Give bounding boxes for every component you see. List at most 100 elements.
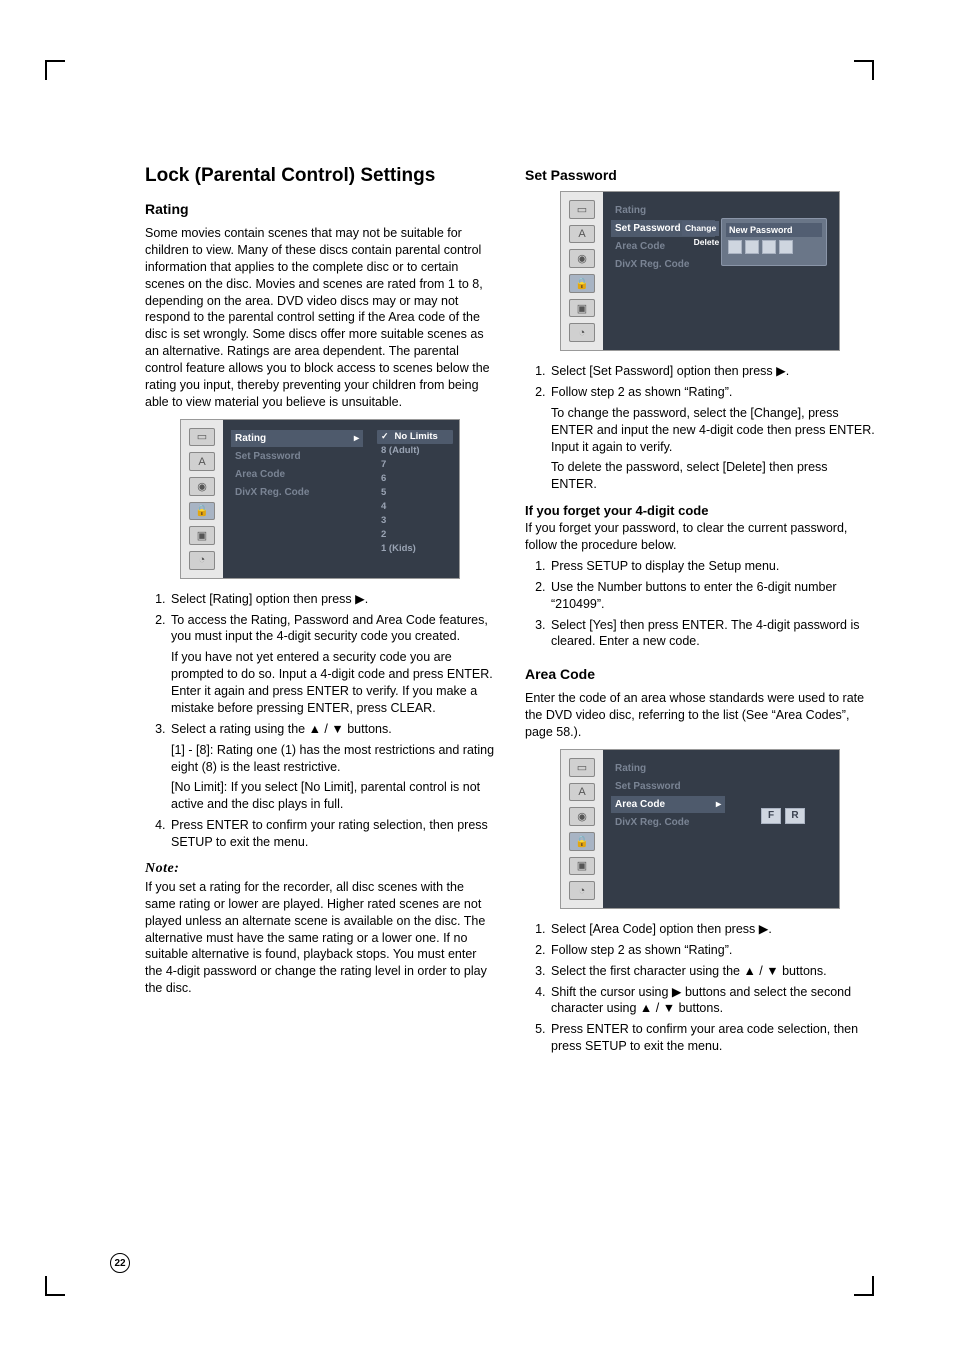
forget-heading: If you forget your 4-digit code <box>525 503 875 518</box>
area-step-2: Follow step 2 as shown “Rating”. <box>549 942 875 959</box>
forget-step-1: Press SETUP to display the Setup menu. <box>549 558 875 575</box>
rating-step-2: To access the Rating, Password and Area … <box>169 612 495 717</box>
tv-icon: ▭ <box>569 758 595 777</box>
password-steps: Select [Set Password] option then press … <box>525 363 875 493</box>
rating-intro: Some movies contain scenes that may not … <box>145 225 495 411</box>
area-code-heading: Area Code <box>525 666 875 682</box>
menu-item-list: Rating Set Password Area Code▸ DivX Reg.… <box>603 750 733 908</box>
pw-step-2: Follow step 2 as shown “Rating”. To chan… <box>549 384 875 493</box>
rating-heading: Rating <box>145 201 495 217</box>
password-menu-screenshot: ▭ A ◉ 🔒 ▣ ◔ Rating Set Password▸ Area Co… <box>560 191 840 351</box>
record-icon: ▣ <box>569 857 595 876</box>
left-column: Lock (Parental Control) Settings Rating … <box>145 165 495 1065</box>
digit-box <box>762 240 776 254</box>
menu-sidebar: ▭ A ◉ 🔒 ▣ ◔ <box>181 420 223 578</box>
language-icon: A <box>189 452 215 471</box>
opt-6: 6 <box>377 472 453 486</box>
area-char-1: F <box>761 808 781 824</box>
digit-box <box>728 240 742 254</box>
menu-main: Rating Set Password Area Code▸ DivX Reg.… <box>603 750 839 908</box>
menu-main: Rating Set Password▸ Area Code DivX Reg.… <box>603 192 839 350</box>
menu-item-set-password: Set Password <box>231 448 363 465</box>
rating-options: No Limits 8 (Adult) 7 6 5 4 3 2 1 (Kids) <box>371 420 459 578</box>
pw-step-2-extra1: To change the password, select the [Chan… <box>551 405 875 456</box>
opt-2: 2 <box>377 528 453 542</box>
new-password-popup: Change Delete New Password <box>721 218 827 266</box>
opt-4: 4 <box>377 500 453 514</box>
menu-item-divx: DivX Reg. Code <box>611 256 715 273</box>
tv-icon: ▭ <box>569 200 595 219</box>
crop-mark-bottom-left <box>45 1276 65 1296</box>
right-column: Set Password ▭ A ◉ 🔒 ▣ ◔ Rating Set Pass… <box>525 165 875 1065</box>
rating-step-3: Select a rating using the ▲ / ▼ buttons.… <box>169 721 495 813</box>
menu-item-divx: DivX Reg. Code <box>611 814 725 831</box>
menu-item-area-code: Area Code▸ <box>611 796 725 813</box>
forget-step-2: Use the Number buttons to enter the 6-di… <box>549 579 875 613</box>
crop-mark-bottom-right <box>854 1276 874 1296</box>
audio-icon: ◉ <box>569 249 595 268</box>
record-icon: ▣ <box>189 526 215 545</box>
set-password-heading: Set Password <box>525 167 875 183</box>
password-input-boxes <box>728 240 820 254</box>
area-step-4: Shift the cursor using ▶ buttons and sel… <box>549 984 875 1018</box>
audio-icon: ◉ <box>189 477 215 496</box>
opt-1: 1 (Kids) <box>377 542 453 556</box>
area-step-5: Press ENTER to confirm your area code se… <box>549 1021 875 1055</box>
delete-option: Delete <box>682 236 719 249</box>
audio-icon: ◉ <box>569 807 595 826</box>
menu-item-rating: Rating▸ <box>231 430 363 447</box>
pw-step-1: Select [Set Password] option then press … <box>549 363 875 380</box>
opt-8: 8 (Adult) <box>377 444 453 458</box>
rating-step-1: Select [Rating] option then press ▶. <box>169 591 495 608</box>
rating-steps: Select [Rating] option then press ▶. To … <box>145 591 495 851</box>
tv-icon: ▭ <box>189 428 215 447</box>
area-steps: Select [Area Code] option then press ▶. … <box>525 921 875 1055</box>
lock-icon: 🔒 <box>569 274 595 293</box>
forget-intro: If you forget your password, to clear th… <box>525 520 875 554</box>
language-icon: A <box>569 783 595 802</box>
menu-item-divx: DivX Reg. Code <box>231 484 363 501</box>
opt-no-limits: No Limits <box>377 430 453 444</box>
note-text: If you set a rating for the recorder, al… <box>145 879 495 997</box>
crop-mark-top-left <box>45 60 65 80</box>
digit-box <box>779 240 793 254</box>
opt-7: 7 <box>377 458 453 472</box>
menu-item-set-password: Set Password <box>611 778 725 795</box>
forget-steps: Press SETUP to display the Setup menu. U… <box>525 558 875 650</box>
language-icon: A <box>569 225 595 244</box>
menu-sidebar: ▭ A ◉ 🔒 ▣ ◔ <box>561 750 603 908</box>
menu-main: Rating▸ Set Password Area Code DivX Reg.… <box>223 420 459 578</box>
disc-icon: ◔ <box>569 881 595 900</box>
disc-icon: ◔ <box>189 551 215 570</box>
menu-sidebar: ▭ A ◉ 🔒 ▣ ◔ <box>561 192 603 350</box>
rating-step-3-sub1: [1] - [8]: Rating one (1) has the most r… <box>171 742 495 776</box>
lock-icon: 🔒 <box>189 502 215 521</box>
area-step-3: Select the first character using the ▲ /… <box>549 963 875 980</box>
section-title: Lock (Parental Control) Settings <box>145 165 495 187</box>
change-option: Change <box>682 221 719 236</box>
popup-title: New Password <box>726 223 822 237</box>
record-icon: ▣ <box>569 299 595 318</box>
menu-item-list: Rating▸ Set Password Area Code DivX Reg.… <box>223 420 371 578</box>
area-code-chars: F R <box>761 808 805 824</box>
crop-mark-top-right <box>854 60 874 80</box>
rating-menu-screenshot: ▭ A ◉ 🔒 ▣ ◔ Rating▸ Set Password Area Co… <box>180 419 460 579</box>
forget-step-3: Select [Yes] then press ENTER. The 4-dig… <box>549 617 875 651</box>
digit-box <box>745 240 759 254</box>
opt-3: 3 <box>377 514 453 528</box>
rating-step-2-extra: If you have not yet entered a security c… <box>171 649 495 717</box>
area-intro: Enter the code of an area whose standard… <box>525 690 875 741</box>
menu-item-rating: Rating <box>611 760 725 777</box>
page-content: Lock (Parental Control) Settings Rating … <box>145 165 875 1065</box>
disc-icon: ◔ <box>569 323 595 342</box>
change-delete-options: Change Delete <box>682 221 719 249</box>
rating-step-4: Press ENTER to confirm your rating selec… <box>169 817 495 851</box>
area-char-2: R <box>785 808 805 824</box>
area-step-1: Select [Area Code] option then press ▶. <box>549 921 875 938</box>
opt-5: 5 <box>377 486 453 500</box>
lock-icon: 🔒 <box>569 832 595 851</box>
rating-step-3-sub2: [No Limit]: If you select [No Limit], pa… <box>171 779 495 813</box>
page-number: 22 <box>110 1253 130 1273</box>
note-label: Note: <box>145 861 495 877</box>
pw-step-2-extra2: To delete the password, select [Delete] … <box>551 459 875 493</box>
